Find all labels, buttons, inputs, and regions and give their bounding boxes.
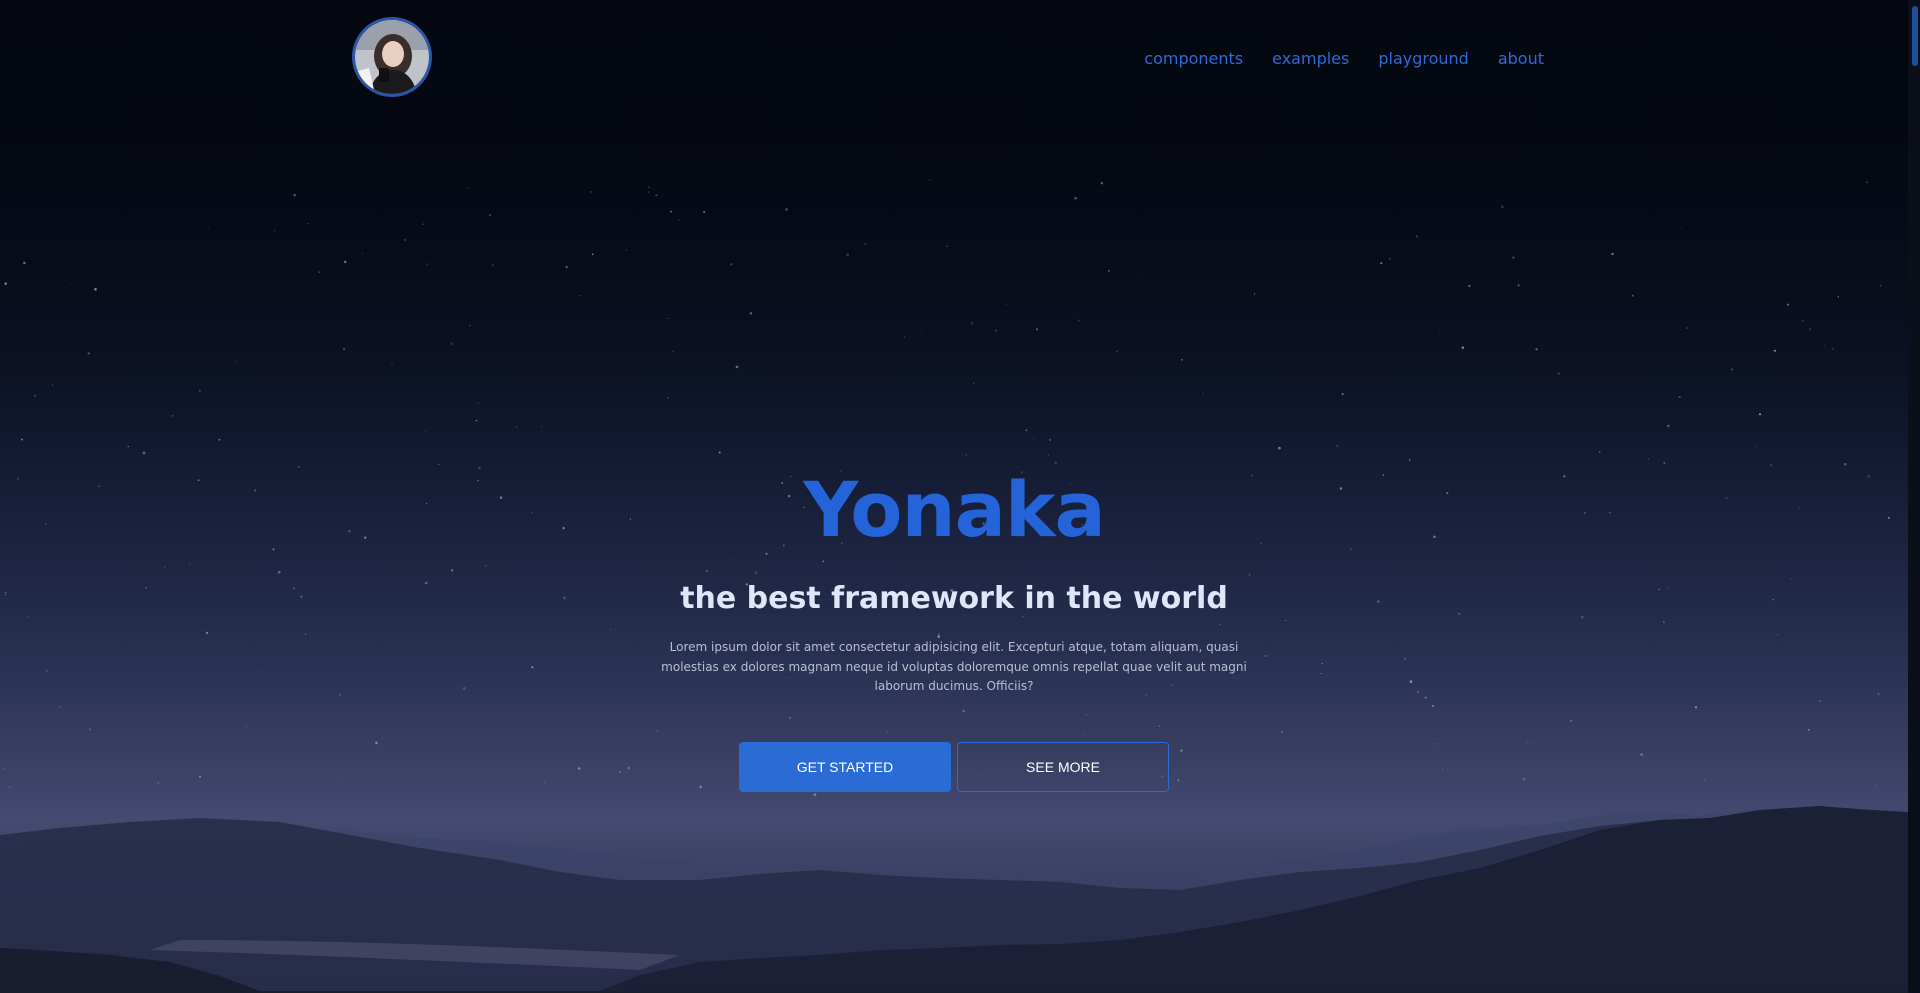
avatar[interactable] bbox=[352, 17, 432, 97]
nav-link-playground[interactable]: playground bbox=[1378, 48, 1468, 70]
main-nav: components examples playground about bbox=[1144, 48, 1544, 70]
site-header: components examples playground about bbox=[352, 17, 1544, 101]
nav-link-examples[interactable]: examples bbox=[1272, 48, 1349, 70]
hero-description: Lorem ipsum dolor sit amet consectetur a… bbox=[661, 640, 1247, 693]
hero-subtitle: the best framework in the world bbox=[680, 581, 1228, 616]
hero-title: Yonaka bbox=[803, 465, 1106, 554]
nav-link-components[interactable]: components bbox=[1144, 48, 1243, 70]
hero-section: Yonaka the best framework in the world L… bbox=[0, 460, 1908, 792]
cta-group: GET STARTED SEE MORE bbox=[0, 741, 1908, 792]
scrollbar[interactable] bbox=[1908, 0, 1920, 993]
get-started-button[interactable]: GET STARTED bbox=[739, 741, 951, 792]
profile-photo-icon bbox=[355, 20, 429, 94]
see-more-button[interactable]: SEE MORE bbox=[957, 741, 1169, 792]
scrollbar-thumb[interactable] bbox=[1912, 6, 1918, 66]
page: components examples playground about Yon… bbox=[0, 0, 1920, 993]
nav-link-about[interactable]: about bbox=[1498, 48, 1544, 70]
